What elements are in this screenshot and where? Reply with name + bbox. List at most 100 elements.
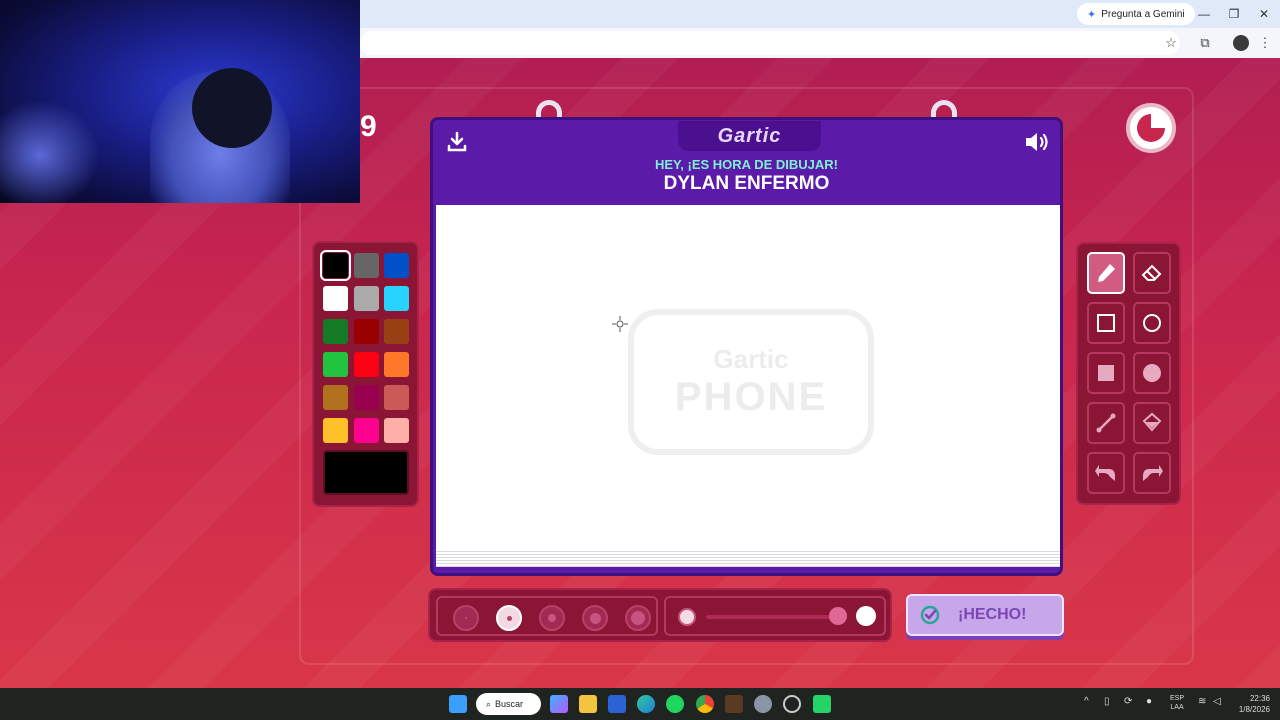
- color-swatch[interactable]: [353, 385, 379, 410]
- bookmark-star-icon[interactable]: ☆: [1160, 33, 1182, 53]
- color-swatch[interactable]: [353, 319, 379, 344]
- square-outline-icon: [1097, 314, 1115, 332]
- opacity-high-icon: [856, 606, 876, 626]
- ellipse-outline-tool[interactable]: [1133, 302, 1171, 344]
- color-swatch[interactable]: [323, 352, 348, 377]
- brush-size-dot: [465, 617, 467, 619]
- download-icon[interactable]: [445, 130, 469, 154]
- brush-settings-panel: [428, 588, 892, 642]
- line-icon: [1096, 413, 1116, 433]
- circle-fill-icon: [1143, 364, 1161, 382]
- color-swatch[interactable]: [353, 352, 379, 377]
- rectangle-fill-tool[interactable]: [1087, 352, 1125, 394]
- pencil-icon: [1098, 264, 1115, 282]
- clock-time: 22:36: [1249, 694, 1270, 703]
- color-swatch[interactable]: [384, 253, 409, 278]
- drawing-canvas[interactable]: Gartic PHONE: [436, 205, 1060, 549]
- gartic-logo: Gartic: [678, 121, 821, 151]
- brush-size-group: [436, 596, 658, 636]
- webcam-figure-head: [192, 68, 272, 148]
- whatsapp-icon[interactable]: [813, 695, 831, 713]
- volume-icon[interactable]: ◁: [1213, 696, 1221, 707]
- xbox-icon[interactable]: [783, 695, 801, 713]
- undo-tool[interactable]: [1087, 452, 1125, 494]
- color-swatch[interactable]: [384, 286, 409, 311]
- windows-taskbar: ⌕ Buscar ^ ▯ ⟳ ● ESP LAA ≋ ◁ 22:36 1/8/2…: [0, 688, 1280, 720]
- spotify-icon[interactable]: [666, 695, 684, 713]
- current-color-preview: [323, 450, 409, 495]
- taskbar-search[interactable]: ⌕ Buscar: [476, 693, 541, 715]
- brush-size-button[interactable]: [582, 605, 608, 631]
- draw-phrase: DYLAN ENFERMO: [663, 173, 830, 194]
- maximize-button[interactable]: ❐: [1220, 4, 1248, 24]
- board-header: Gartic HEY, ¡ES HORA DE DIBUJAR! DYLAN E…: [430, 117, 1063, 203]
- sound-icon[interactable]: [1023, 129, 1051, 155]
- search-label: Buscar: [495, 699, 524, 709]
- minimize-button[interactable]: —: [1190, 4, 1218, 24]
- brush-size-button[interactable]: [453, 605, 479, 631]
- file-explorer-icon[interactable]: [579, 695, 597, 713]
- color-swatch[interactable]: [323, 319, 348, 344]
- color-swatch[interactable]: [323, 418, 348, 443]
- brush-size-dot: [506, 615, 512, 621]
- opacity-slider-track[interactable]: [706, 615, 846, 619]
- profile-avatar-icon[interactable]: [1233, 35, 1249, 51]
- color-swatch[interactable]: [353, 418, 379, 443]
- start-windows-icon[interactable]: [449, 695, 467, 713]
- extensions-icon[interactable]: ⧉: [1194, 33, 1216, 53]
- game-app-icon[interactable]: [725, 695, 743, 713]
- opacity-slider-fill: [706, 615, 838, 619]
- color-swatch[interactable]: [353, 286, 379, 311]
- color-swatch[interactable]: [384, 418, 409, 443]
- brush-size-dot: [589, 612, 601, 624]
- chrome-icon[interactable]: [696, 695, 714, 713]
- close-window-button[interactable]: ✕: [1250, 4, 1278, 24]
- wifi-icon[interactable]: ≋: [1198, 696, 1206, 707]
- color-swatch[interactable]: [353, 253, 379, 278]
- lang-line-2: LAA: [1170, 704, 1184, 711]
- settings-gear-icon[interactable]: [754, 695, 772, 713]
- tool-panel: [1076, 242, 1181, 505]
- brush-size-button[interactable]: [625, 605, 651, 631]
- bucket-tool[interactable]: [1133, 402, 1171, 444]
- tray-chevron-up-icon[interactable]: ^: [1084, 696, 1089, 707]
- address-bar[interactable]: [360, 31, 1180, 55]
- color-swatch[interactable]: [384, 385, 409, 410]
- canvas-container: Gartic PHONE: [430, 203, 1063, 576]
- store-icon[interactable]: [608, 695, 626, 713]
- redo-tool[interactable]: [1133, 452, 1171, 494]
- gemini-label: Pregunta a Gemini: [1101, 8, 1185, 20]
- line-tool[interactable]: [1087, 402, 1125, 444]
- ellipse-fill-tool[interactable]: [1133, 352, 1171, 394]
- paper-stack-edge: [436, 549, 1060, 567]
- done-button[interactable]: ¡HECHO!: [906, 594, 1064, 636]
- done-label: ¡HECHO!: [958, 606, 1027, 623]
- logo-text: Gartic: [717, 124, 782, 147]
- color-swatch[interactable]: [384, 319, 409, 344]
- draw-prompt-subtitle: HEY, ¡ES HORA DE DIBUJAR!: [655, 157, 838, 172]
- system-clock[interactable]: 22:36 1/8/2026: [1232, 693, 1270, 715]
- pencil-tool[interactable]: [1087, 252, 1125, 294]
- language-indicator[interactable]: ESP LAA: [1170, 694, 1184, 712]
- watermark-top-text: Gartic: [713, 344, 789, 374]
- edge-icon[interactable]: [637, 695, 655, 713]
- eraser-tool[interactable]: [1133, 252, 1171, 294]
- gemini-button[interactable]: ✦ Pregunta a Gemini: [1077, 3, 1195, 25]
- color-swatch[interactable]: [323, 385, 348, 410]
- brush-size-button[interactable]: [539, 605, 565, 631]
- color-swatch[interactable]: [320, 250, 351, 281]
- rectangle-outline-tool[interactable]: [1087, 302, 1125, 344]
- opacity-group: [664, 596, 886, 636]
- browser-menu-icon[interactable]: ⋮: [1254, 33, 1276, 53]
- gemini-sparkle-icon: ✦: [1087, 8, 1097, 21]
- eraser-icon: [1141, 264, 1162, 281]
- brush-size-button[interactable]: [496, 605, 522, 631]
- copilot-icon[interactable]: [550, 695, 568, 713]
- color-swatch[interactable]: [323, 286, 348, 311]
- lang-line-1: ESP: [1170, 695, 1185, 702]
- battery-icon: ▯: [1104, 696, 1110, 707]
- brush-size-dot: [548, 614, 556, 622]
- color-swatch[interactable]: [384, 352, 409, 377]
- opacity-slider-handle[interactable]: [828, 607, 847, 625]
- webcam-overlay: [0, 0, 360, 203]
